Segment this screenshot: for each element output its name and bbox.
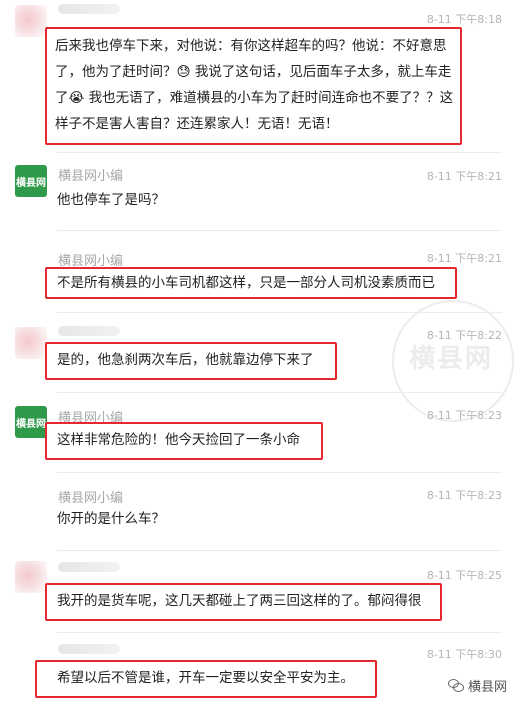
wechat-icon (447, 679, 464, 692)
timestamp: 8-11 下午8:22 (426, 329, 502, 342)
timestamp: 8-11 下午8:21 (426, 252, 502, 265)
sender-name (58, 644, 120, 654)
message-text: 后来我也停车下来，对他说：有你这样超车的吗？他说：不好意思了，他为了赶时间？😓 … (55, 38, 454, 132)
divider (57, 632, 502, 633)
divider (57, 312, 502, 313)
message-text: 是的，他急刹两次车后，他就靠边停下来了 (57, 352, 314, 368)
timestamp: 8-11 下午8:25 (426, 569, 502, 582)
avatar (15, 561, 47, 593)
avatar: 横县网 (15, 406, 47, 438)
divider (57, 550, 502, 551)
timestamp: 8-11 下午8:18 (426, 13, 502, 26)
account-name: 横县网 (467, 680, 507, 695)
timestamp: 8-11 下午8:23 (426, 409, 502, 422)
timestamp: 8-11 下午8:21 (426, 170, 502, 183)
divider (57, 392, 502, 393)
message-text: 他也停车了是吗？ (57, 192, 165, 208)
avatar (15, 327, 47, 359)
timestamp: 8-11 下午8:30 (426, 648, 502, 661)
timestamp: 8-11 下午8:23 (426, 489, 502, 502)
sender-name: 横县网小编 (58, 169, 124, 184)
message-text: 希望以后不管是谁，开车一定要以安全平安为主。 (57, 670, 354, 686)
message-text: 这样非常危险的！他今天捡回了一条小命 (57, 432, 300, 448)
divider (57, 230, 502, 231)
message-text: 不是所有横县的小车司机都这样，只是一部分人司机没素质而已 (57, 275, 435, 291)
avatar (15, 5, 47, 37)
message-text: 你开的是什么车？ (57, 511, 165, 527)
sender-name (58, 562, 120, 572)
divider (57, 152, 502, 153)
message-text: 我开的是货车呢，这几天都碰上了两三回这样的了。郁闷得很 (57, 593, 422, 609)
account-footer[interactable]: 横县网 (447, 676, 507, 695)
sender-name (58, 4, 120, 14)
sender-name (58, 326, 120, 336)
sender-name: 横县网小编 (58, 491, 124, 506)
divider (57, 472, 502, 473)
avatar: 横县网 (15, 165, 47, 197)
